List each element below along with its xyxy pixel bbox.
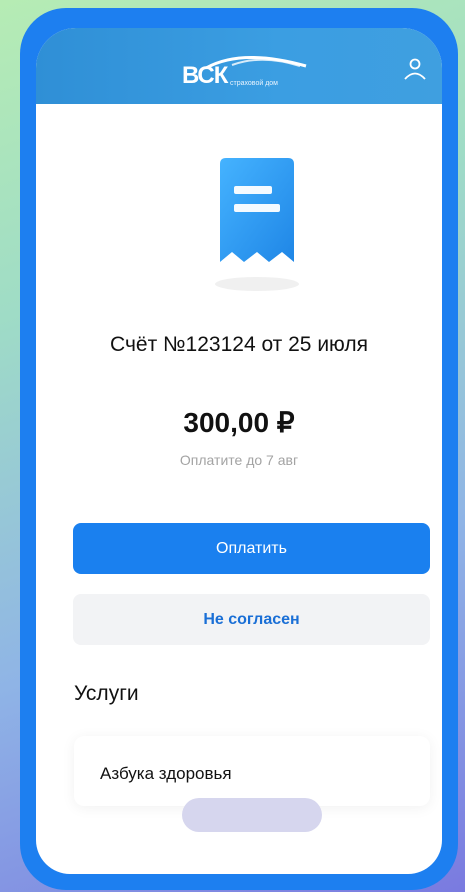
user-icon[interactable] [402,56,428,82]
home-indicator[interactable] [182,798,322,832]
disagree-button[interactable]: Не согласен [73,594,430,645]
services-heading: Услуги [74,682,139,705]
background: ВСК страховой дом Счёт №123124 от 25 июл… [0,0,465,892]
due-date-text: Оплатите до 7 авг [179,452,299,468]
receipt-icon [215,158,299,291]
vsk-logo[interactable]: ВСК страховой дом [182,52,332,92]
app-header: ВСК страховой дом [36,28,442,104]
logo-text: ВСК [182,62,228,89]
invoice-amount: 300,00 ₽ [183,407,295,438]
invoice-title: Счёт №123124 от 25 июля [110,333,368,356]
logo-subtext: страховой дом [230,80,278,87]
app-screen: ВСК страховой дом Счёт №123124 от 25 июл… [36,28,442,874]
service-name: Азбука здоровья [100,764,232,783]
service-card[interactable]: Азбука здоровья [74,736,430,806]
pay-button[interactable]: Оплатить [73,523,430,574]
